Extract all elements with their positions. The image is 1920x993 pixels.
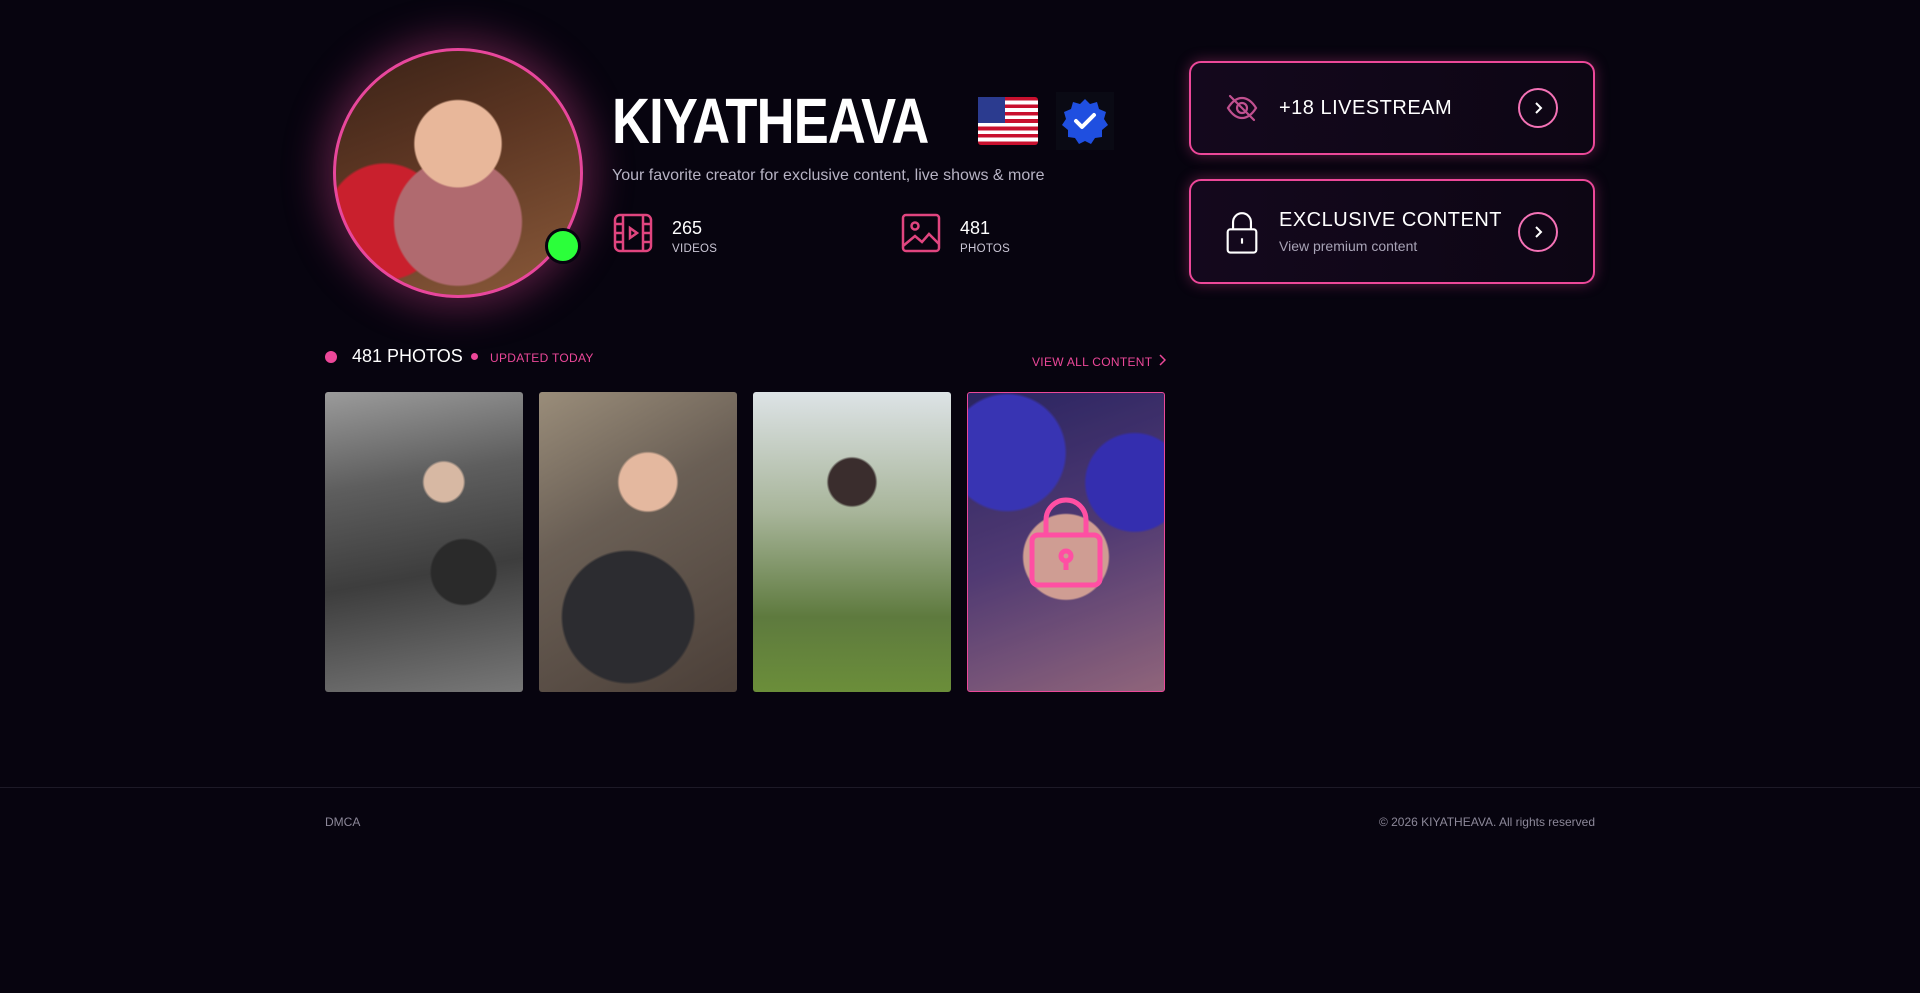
lock-icon bbox=[1026, 490, 1106, 595]
photo-thumbnail[interactable] bbox=[539, 392, 737, 692]
us-flag-icon bbox=[977, 97, 1038, 145]
photos-section-title: 481 PHOTOS bbox=[352, 346, 463, 366]
avatar[interactable] bbox=[333, 48, 583, 298]
footer-divider bbox=[0, 787, 1920, 788]
creator-name: KIYATHEAVA bbox=[612, 85, 929, 157]
exclusive-subtitle: View premium content bbox=[1279, 238, 1418, 254]
eye-off-icon bbox=[1225, 91, 1259, 125]
stat-photos: 481 PHOTOS bbox=[900, 212, 1010, 259]
view-all-content-link[interactable]: VIEW ALL CONTENT bbox=[1032, 354, 1167, 369]
livestream-card[interactable]: +18 LIVESTREAM bbox=[1189, 61, 1595, 155]
avatar-wrapper bbox=[333, 48, 583, 298]
lock-overlay bbox=[968, 393, 1164, 691]
videos-label: VIDEOS bbox=[672, 242, 718, 255]
photo-thumbnail[interactable] bbox=[753, 392, 951, 692]
verified-badge-icon bbox=[1055, 92, 1114, 150]
copyright-text: © 2026 KIYATHEAVA. All rights reserved bbox=[1378, 815, 1595, 829]
livestream-title: +18 LIVESTREAM bbox=[1279, 96, 1453, 119]
updated-label: UPDATED TODAY bbox=[490, 351, 594, 365]
locked-photo-thumbnail[interactable] bbox=[967, 392, 1165, 692]
photo-thumbnail[interactable] bbox=[325, 392, 523, 692]
profile-tagline: Your favorite creator for exclusive cont… bbox=[612, 167, 1045, 184]
lock-icon bbox=[1225, 207, 1259, 257]
image-icon bbox=[900, 212, 942, 259]
name-row: KIYATHEAVA bbox=[612, 86, 1114, 156]
section-dot bbox=[325, 351, 337, 363]
chevron-right-icon[interactable] bbox=[1518, 211, 1558, 252]
exclusive-title: EXCLUSIVE CONTENT bbox=[1279, 209, 1502, 231]
videos-count: 265 bbox=[672, 217, 703, 238]
online-status-indicator bbox=[545, 228, 581, 264]
photos-label: PHOTOS bbox=[960, 242, 1011, 255]
dmca-link[interactable]: DMCA bbox=[325, 815, 360, 829]
view-all-label: VIEW ALL CONTENT bbox=[1032, 354, 1153, 369]
film-icon bbox=[612, 212, 654, 259]
exclusive-content-card[interactable]: EXCLUSIVE CONTENT View premium content bbox=[1189, 179, 1595, 284]
photos-count: 481 bbox=[960, 217, 991, 238]
chevron-right-icon bbox=[1158, 354, 1167, 369]
stat-videos: 265 VIDEOS bbox=[612, 212, 717, 259]
chevron-right-icon[interactable] bbox=[1518, 88, 1558, 128]
updated-dot bbox=[471, 353, 478, 360]
